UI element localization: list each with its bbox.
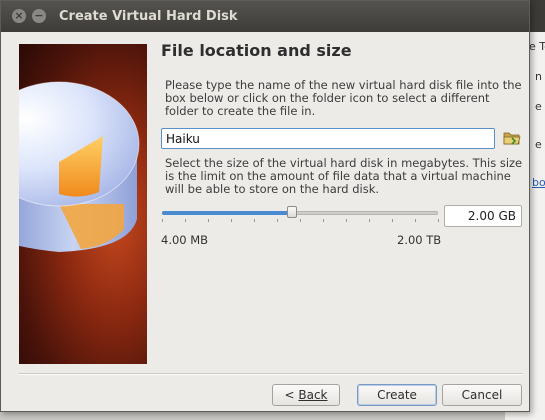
folder-icon[interactable] [502, 128, 522, 148]
slider-fill [162, 211, 292, 215]
cancel-button[interactable]: Cancel [442, 384, 522, 406]
slider-tick [415, 219, 416, 222]
create-virtual-hard-disk-dialog: × − Create Virtual Hard Disk File locati… [0, 0, 530, 412]
minimize-icon[interactable]: − [32, 9, 46, 23]
min-size-label: 4.00 MB [161, 233, 209, 247]
slider-ticks [162, 219, 439, 222]
button-separator [19, 373, 523, 375]
slider-tick [300, 219, 301, 222]
slider-tick [162, 219, 163, 222]
background-link[interactable]: bo [532, 176, 545, 189]
window-title: Create Virtual Hard Disk [59, 9, 238, 24]
slider-tick [208, 219, 209, 222]
slider-tick [231, 219, 232, 222]
location-instructions: Please type the name of the new virtual … [165, 78, 522, 118]
slider-tick [277, 219, 278, 222]
slider-tick [254, 219, 255, 222]
size-input[interactable]: 2.00 GB [444, 205, 522, 227]
slider-tick [438, 219, 439, 222]
close-icon[interactable]: × [12, 9, 26, 23]
slider-tick [392, 219, 393, 222]
background-text: e [535, 138, 542, 151]
background-text: n [535, 70, 542, 83]
size-slider[interactable] [162, 204, 439, 222]
slider-tick [346, 219, 347, 222]
slider-tick [369, 219, 370, 222]
background-text: e [535, 100, 542, 113]
titlebar: × − Create Virtual Hard Disk [1, 1, 529, 32]
max-size-label: 2.00 TB [397, 233, 442, 247]
slider-handle[interactable] [286, 206, 297, 218]
size-instructions: Select the size of the virtual hard disk… [165, 156, 523, 196]
slider-tick [323, 219, 324, 222]
back-arrow: < [284, 388, 295, 402]
back-label: Back [298, 388, 328, 402]
disk-illustration [19, 44, 147, 364]
slider-tick [185, 219, 186, 222]
create-button[interactable]: Create [357, 384, 437, 406]
page-title: File location and size [161, 41, 352, 60]
back-button[interactable]: < Back [272, 384, 340, 406]
file-name-input[interactable] [161, 128, 495, 149]
background-text: e Te [529, 40, 545, 53]
